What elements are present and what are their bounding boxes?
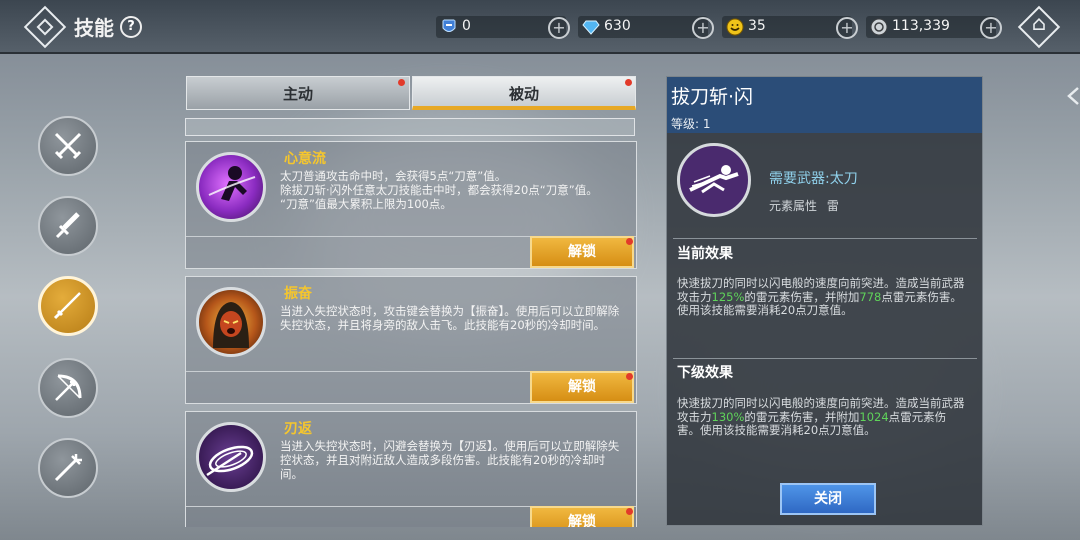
top-bar: 技能 ? 0 + 630 + 35 + 113,339 + — [0, 0, 1080, 54]
current-effect-title: 当前效果 — [677, 246, 733, 262]
skill-description: 太刀普通攻击命中时，会获得5点“刀意”值。 除拔刀斩·闪外任意太刀技能击中时，都… — [280, 169, 598, 211]
resource-diamond: 630 — [578, 16, 708, 38]
dual-swords-icon — [54, 132, 82, 160]
nav-dual-swords-button[interactable] — [38, 116, 98, 176]
detail-skill-icon — [677, 143, 751, 217]
skill-list[interactable]: 心意流 太刀普通攻击命中时，会获得5点“刀意”值。 除拔刀斩·闪外任意太刀技能击… — [185, 113, 637, 527]
resource-smile-coin: 35 — [722, 16, 852, 38]
list-top-edge — [185, 118, 635, 136]
skill-name: 振奋 — [284, 286, 312, 302]
skill-detail-panel: 拔刀斩·闪 等级: 1 需要武器:太刀 元素属性 雷 当前效果 快速拔刀的同时以… — [666, 76, 983, 526]
detail-skill-level: 等级: 1 — [671, 117, 711, 131]
tab-passive-notification-dot — [625, 79, 632, 86]
current-damage-percent: 125% — [711, 289, 745, 304]
skill-card[interactable]: 振奋 当进入失控状态时，攻击键会替换为【振奋】。使用后可以立即解除失控状态，并且… — [185, 276, 637, 404]
menu-diamond-icon[interactable] — [23, 5, 67, 49]
page-title: 技能 — [74, 16, 114, 40]
element-value: 雷 — [826, 199, 839, 213]
skill-description: 当进入失控状态时，攻击键会替换为【振奋】。使用后可以立即解除失控状态，并且将身旁… — [280, 304, 620, 332]
add-smile-coin-button[interactable]: + — [836, 17, 858, 39]
close-button[interactable]: 关闭 — [780, 483, 876, 515]
sword-icon — [55, 212, 80, 239]
element-attribute: 元素属性 雷 — [769, 197, 839, 214]
add-diamond-button[interactable]: + — [692, 17, 714, 39]
resource-shield-ticket: 0 — [436, 16, 566, 38]
home-icon[interactable] — [1017, 5, 1061, 49]
unlock-button[interactable]: 解锁 — [530, 506, 634, 527]
skill-renfan-icon — [196, 422, 266, 492]
nav-trident-button[interactable] — [38, 438, 98, 498]
nav-katana-button[interactable] — [38, 276, 98, 336]
element-label: 元素属性 — [769, 199, 818, 213]
next-effect-text: 快速拔刀的同时以闪电般的速度向前突进。造成当前武器攻击力130%的雷元素伤害，并… — [677, 396, 965, 437]
skill-xinyiliu-icon — [196, 152, 266, 222]
unlock-button[interactable]: 解锁 — [530, 236, 634, 268]
section-divider — [673, 238, 977, 239]
section-divider — [673, 358, 977, 359]
tab-active-skills[interactable]: 主动 — [186, 76, 410, 110]
skill-card[interactable]: 心意流 太刀普通攻击命中时，会获得5点“刀意”值。 除拔刀斩·闪外任意太刀技能击… — [185, 141, 637, 269]
tab-active-notification-dot — [398, 79, 405, 86]
unlock-notification-dot — [626, 373, 633, 380]
current-extra-damage: 778 — [859, 289, 882, 304]
resource-coin: 113,339 — [866, 16, 996, 38]
skill-description: 当进入失控状态时，闪避会替换为【刃返】。使用后可以立即解除失控状态，并且对附近敌… — [280, 439, 620, 481]
unlock-notification-dot — [626, 508, 633, 515]
next-extra-damage: 1024 — [859, 409, 889, 424]
skill-zhenfen-icon — [196, 287, 266, 357]
tab-passive-skills[interactable]: 被动 — [412, 76, 636, 110]
coin-icon — [870, 18, 888, 36]
detail-header: 拔刀斩·闪 等级: 1 — [667, 77, 982, 133]
diamond-value: 630 — [604, 18, 631, 34]
help-icon[interactable]: ? — [120, 16, 142, 38]
add-coin-button[interactable]: + — [980, 17, 1002, 39]
katana-icon — [53, 292, 81, 320]
smile-coin-icon — [726, 18, 744, 36]
diamond-icon — [582, 20, 600, 35]
shield-ticket-icon — [442, 19, 456, 32]
bow-icon — [55, 374, 82, 401]
next-damage-percent: 130% — [711, 409, 745, 424]
skill-name: 刃返 — [284, 421, 312, 437]
smile-coin-value: 35 — [748, 18, 766, 34]
coin-value: 113,339 — [892, 18, 950, 34]
add-shield-ticket-button[interactable]: + — [548, 17, 570, 39]
nav-sword-button[interactable] — [38, 196, 98, 256]
current-effect-text: 快速拔刀的同时以闪电般的速度向前突进。造成当前武器攻击力125%的雷元素伤害，并… — [677, 276, 965, 317]
skill-card[interactable]: 刃返 当进入失控状态时，闪避会替换为【刃返】。使用后可以立即解除失控状态，并且对… — [185, 411, 637, 527]
skill-name: 心意流 — [284, 151, 326, 167]
unlock-button[interactable]: 解锁 — [530, 371, 634, 403]
chevron-left-icon[interactable] — [1066, 86, 1080, 106]
next-effect-title: 下级效果 — [677, 365, 733, 381]
unlock-notification-dot — [626, 238, 633, 245]
detail-skill-name: 拔刀斩·闪 — [671, 86, 754, 108]
nav-bow-button[interactable] — [38, 358, 98, 418]
shield-ticket-value: 0 — [462, 18, 471, 34]
trident-icon — [54, 454, 82, 482]
weapon-requirement: 需要武器:太刀 — [769, 171, 858, 187]
